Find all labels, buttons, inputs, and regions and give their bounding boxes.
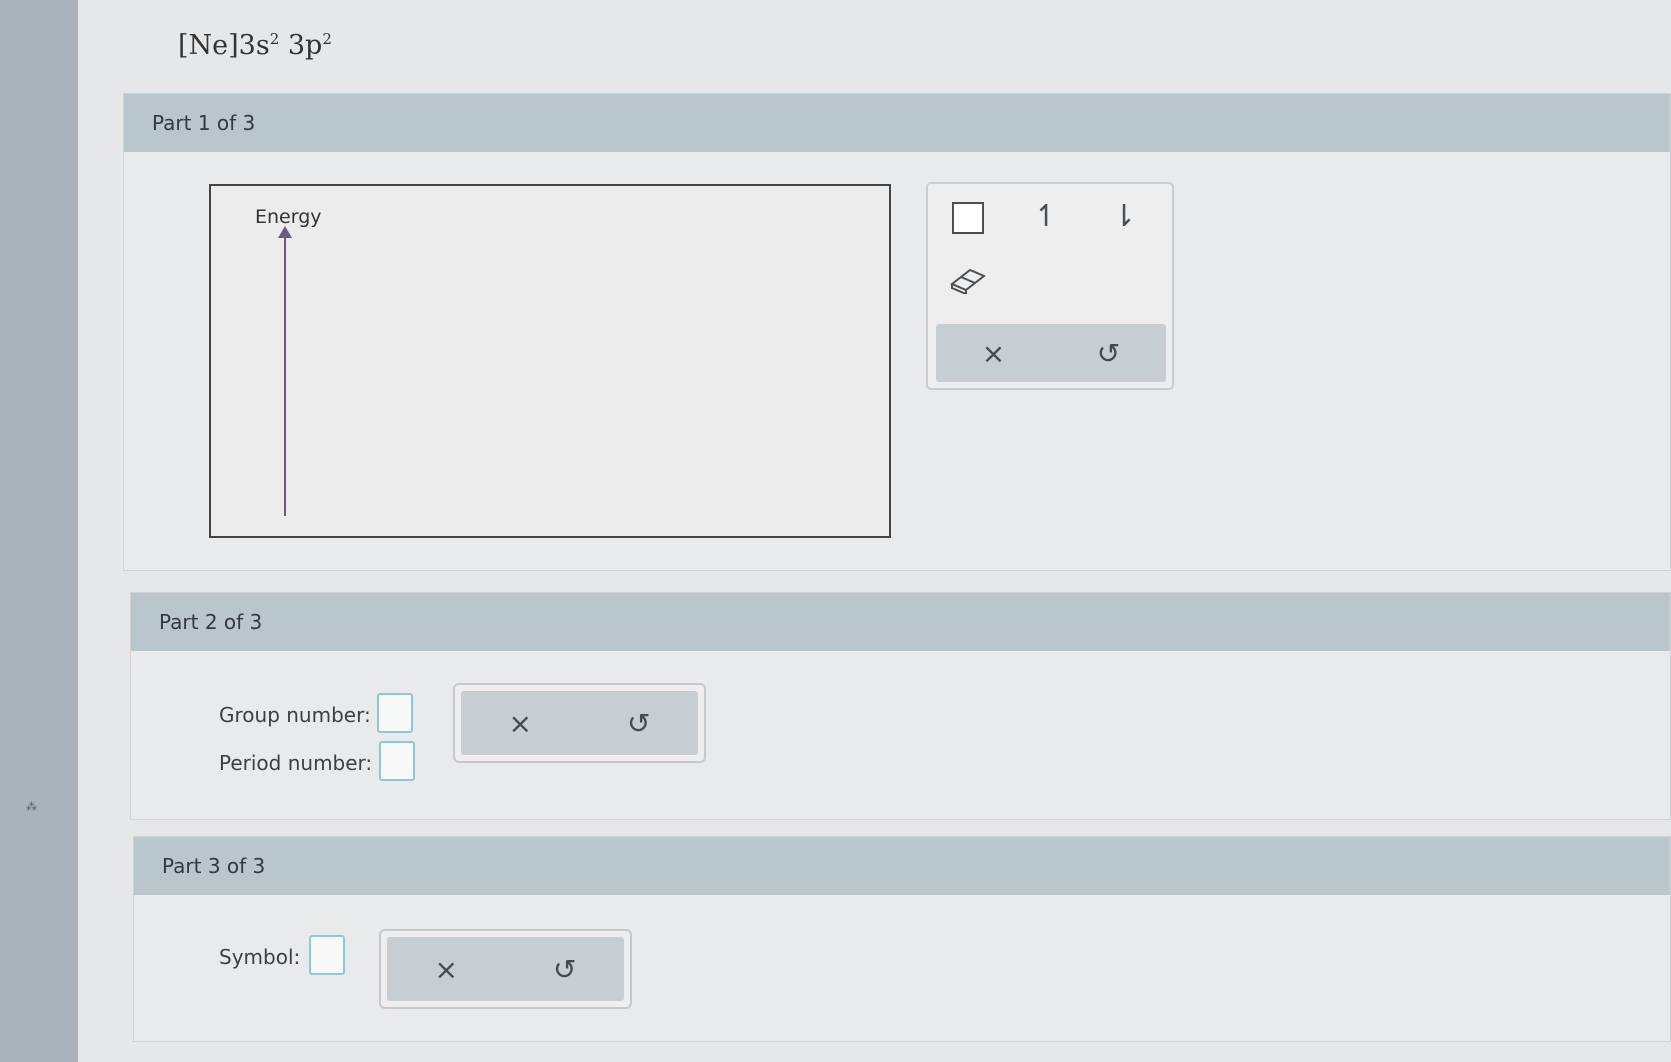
symbol-input[interactable] [309,935,345,975]
config-sup-2: 2 [322,30,332,48]
part-1-undo-button[interactable]: ↺ [1079,331,1139,375]
energy-axis [284,236,286,516]
group-number-input[interactable] [377,693,413,733]
part-3-undo-button[interactable]: ↺ [535,947,595,991]
part-1-clear-button[interactable]: × [964,331,1024,375]
left-rail: ⁂ [0,0,78,1062]
part-3-answer-actions: × ↺ [379,929,632,1009]
part-2-answer-actions: × ↺ [453,683,706,763]
part-3-clear-button[interactable]: × [416,947,476,991]
energy-label: Energy [255,206,322,228]
config-base: [Ne]3s [178,30,270,61]
tool-palette: ↿ ⇂ × ↺ [926,182,1174,390]
orbital-box-icon[interactable] [948,198,988,238]
main-content: [Ne]3s2 3p2 Part 1 of 3 Energy ↿ ⇂ × ↺ P… [78,0,1671,1062]
part-2-clear-button[interactable]: × [490,701,550,745]
part-1-action-bar: × ↺ [936,324,1166,382]
part-3-action-bar: × ↺ [387,937,624,1001]
eraser-icon[interactable] [948,260,988,300]
part-1-header: Part 1 of 3 [124,94,1670,152]
period-number-input[interactable] [379,741,415,781]
config-mid: 3p [287,30,323,61]
part-2-header: Part 2 of 3 [131,593,1670,651]
electron-configuration: [Ne]3s2 3p2 [178,30,332,61]
part-2-action-bar: × ↺ [461,691,698,755]
symbol-label: Symbol: [219,945,301,969]
part-2-undo-button[interactable]: ↺ [609,701,669,745]
config-sup-1: 2 [269,30,280,48]
down-arrow-icon[interactable]: ⇂ [1104,196,1144,236]
energy-diagram-canvas[interactable]: Energy [209,184,891,538]
part-1-panel: Part 1 of 3 Energy ↿ ⇂ × ↺ [123,93,1671,571]
part-3-header: Part 3 of 3 [134,837,1670,895]
up-arrow-icon[interactable]: ↿ [1026,196,1066,236]
part-2-panel: Part 2 of 3 Group number: Period number:… [130,592,1671,820]
rail-mark: ⁂ [26,800,37,813]
part-3-panel: Part 3 of 3 Symbol: × ↺ [133,836,1671,1042]
eraser-glyph [950,268,986,294]
period-number-label: Period number: [219,751,373,775]
group-number-label: Group number: [219,703,371,727]
